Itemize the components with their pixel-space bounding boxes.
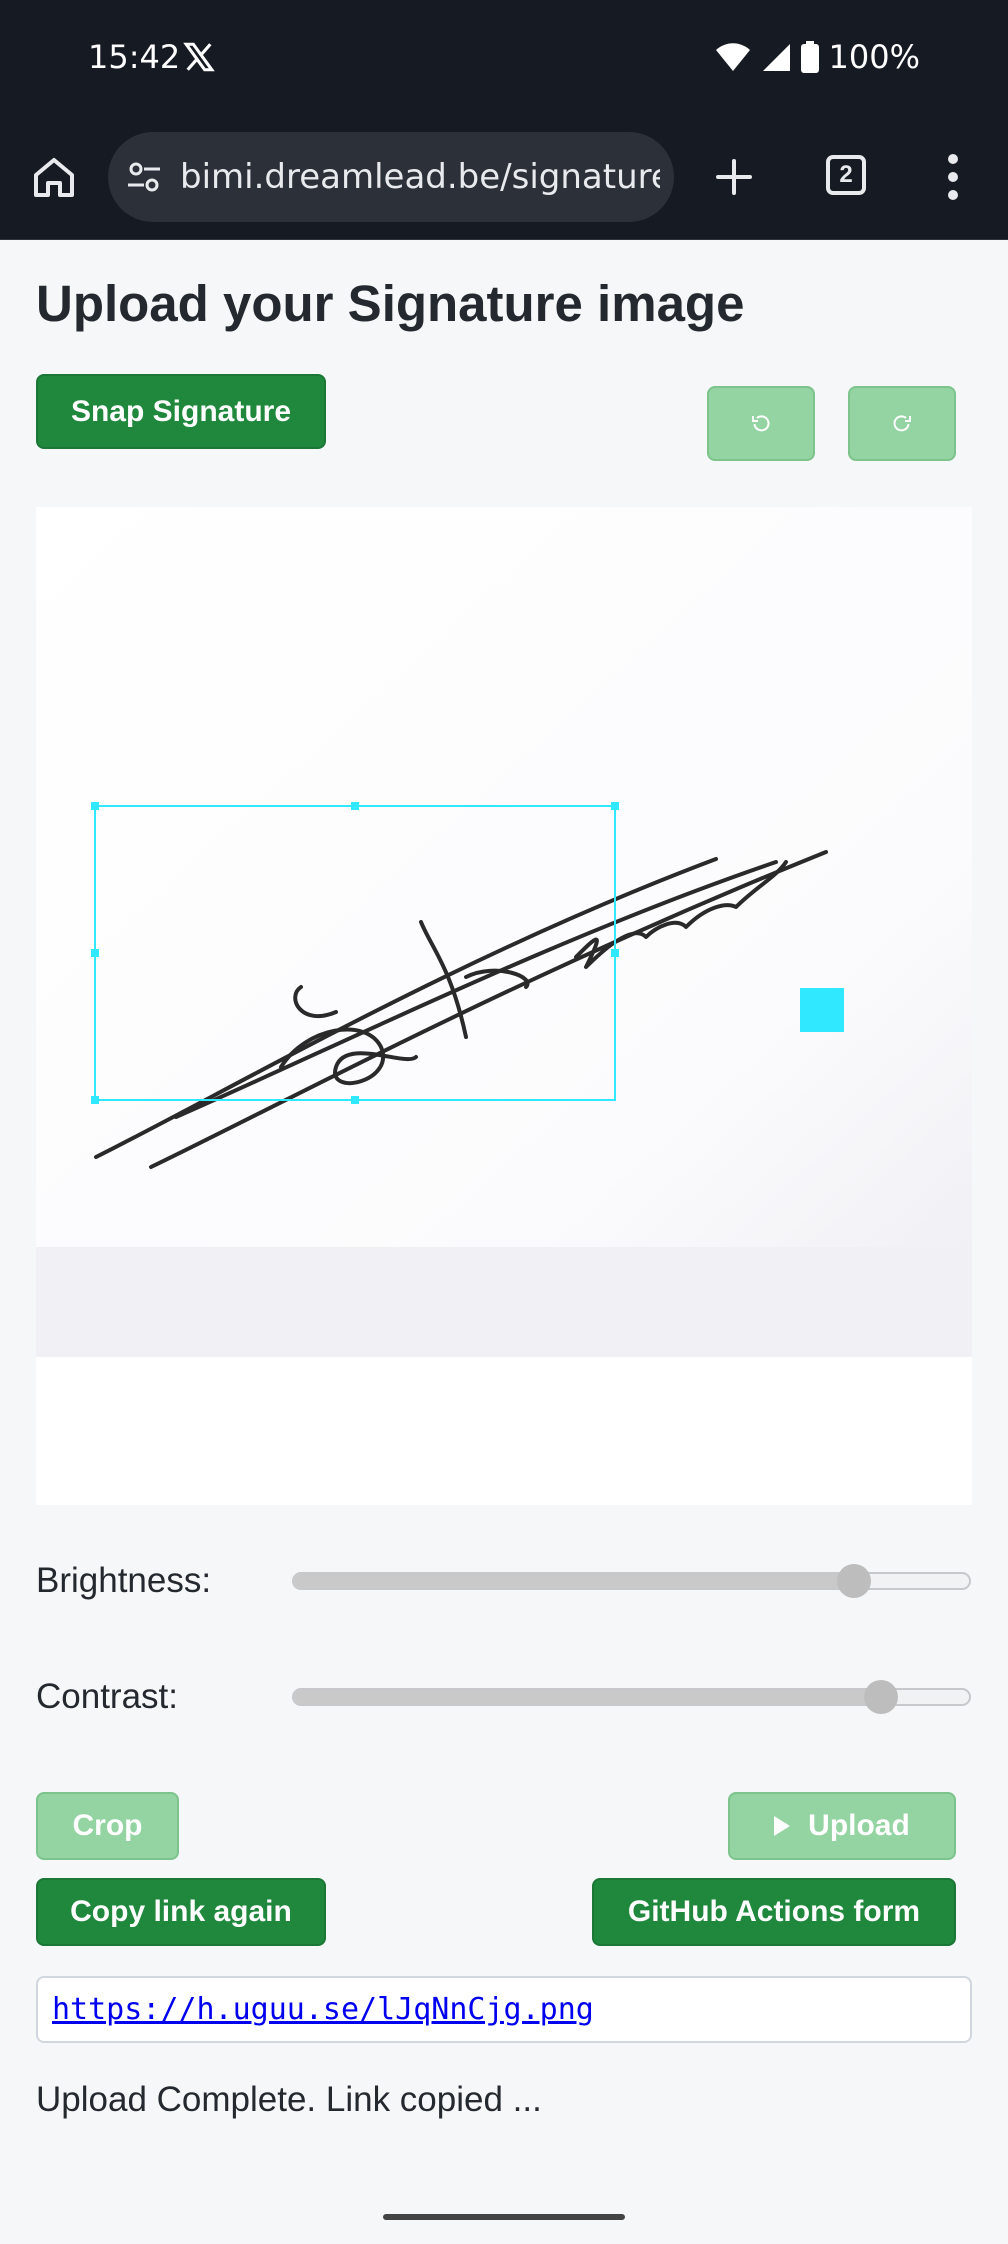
gesture-bar[interactable] [383, 2214, 625, 2220]
rotate-left-button[interactable] [707, 386, 815, 461]
uploaded-link[interactable]: https://h.uguu.se/lJqNnCjg.png [52, 1992, 594, 2027]
contrast-slider[interactable] [292, 1680, 971, 1714]
signature-photo [36, 507, 972, 1357]
site-settings-icon[interactable] [124, 157, 164, 197]
uploaded-link-field[interactable]: https://h.uguu.se/lJqNnCjg.png [36, 1976, 972, 2043]
brightness-fill [294, 1574, 855, 1588]
address-bar[interactable]: bimi.dreamlead.be/signature- [108, 132, 674, 222]
x-app-icon [183, 42, 215, 72]
upload-label: Upload [808, 1809, 910, 1842]
url-text[interactable]: bimi.dreamlead.be/signature- [180, 157, 660, 197]
brightness-slider[interactable] [292, 1564, 971, 1598]
brightness-thumb[interactable] [837, 1564, 872, 1598]
rotate-right-icon [893, 414, 911, 431]
snap-signature-button[interactable]: Snap Signature [36, 374, 326, 449]
status-bar: 15:42 100% [0, 0, 1008, 115]
status-message: Upload Complete. Link copied ... [36, 2080, 542, 2119]
battery-level: 100% [828, 38, 920, 76]
play-icon [774, 1816, 791, 1836]
more-options-icon[interactable] [935, 151, 971, 203]
new-tab-icon[interactable] [710, 153, 758, 201]
github-actions-form-button[interactable]: GitHub Actions form [592, 1878, 956, 1946]
page-title: Upload your Signature image [36, 275, 745, 332]
tab-switcher-button[interactable]: 2 [826, 155, 866, 195]
contrast-label: Contrast: [36, 1677, 178, 1716]
browser-toolbar: bimi.dreamlead.be/signature- 2 [0, 115, 1008, 240]
clock: 15:42 [88, 38, 181, 76]
rotate-right-button[interactable] [848, 386, 956, 461]
copy-link-button[interactable]: Copy link again [36, 1878, 326, 1946]
wifi-icon [715, 43, 750, 71]
status-icons: 100% [715, 38, 920, 76]
brightness-label: Brightness: [36, 1561, 212, 1600]
contrast-fill [294, 1690, 882, 1704]
home-icon[interactable] [30, 153, 78, 201]
upload-button[interactable]: Upload [728, 1792, 956, 1860]
rotate-left-icon [752, 414, 770, 431]
contrast-thumb[interactable] [864, 1680, 899, 1714]
battery-icon [800, 41, 819, 73]
crop-button[interactable]: Crop [36, 1792, 179, 1860]
signal-icon [762, 44, 790, 71]
signature-canvas[interactable] [36, 507, 972, 1505]
